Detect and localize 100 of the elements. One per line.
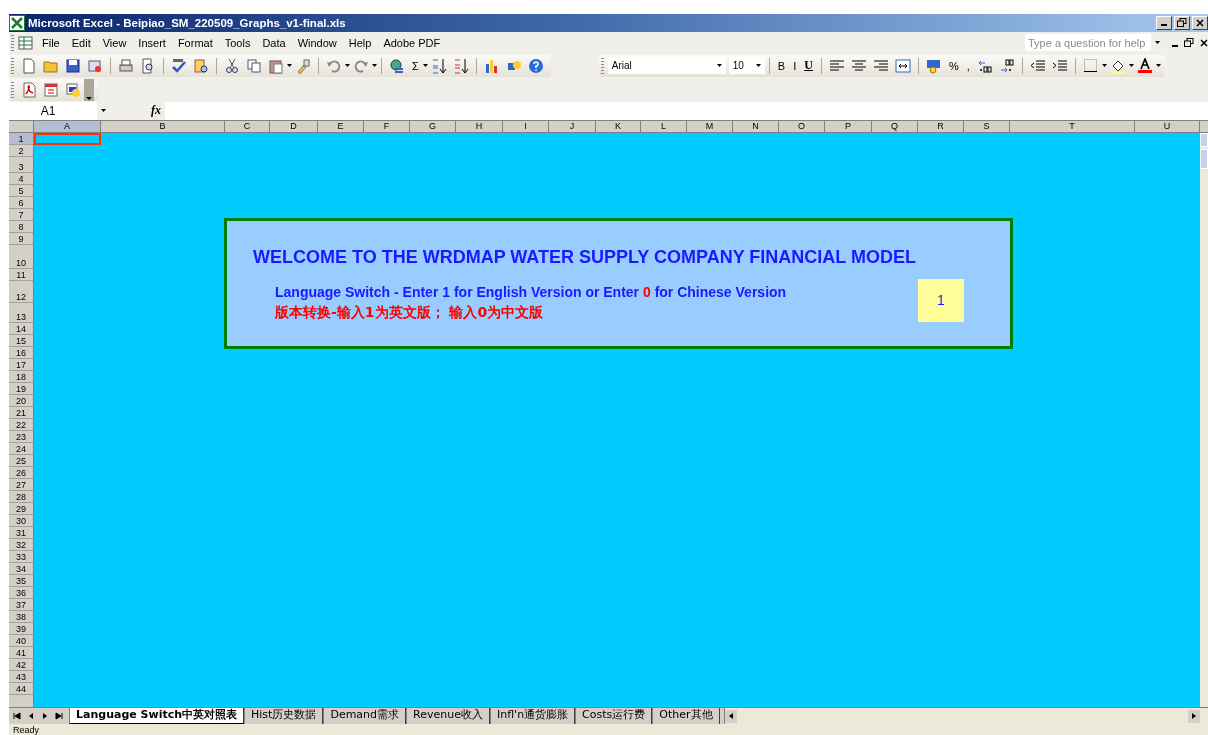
- row-header[interactable]: 31: [9, 526, 33, 539]
- align-left-icon[interactable]: [828, 57, 845, 74]
- row-header[interactable]: 44: [9, 682, 33, 695]
- dropdown-caret-icon[interactable]: [1128, 64, 1134, 68]
- research-book-icon[interactable]: [193, 57, 209, 74]
- underline-button[interactable]: U: [800, 58, 817, 74]
- row-header[interactable]: 4: [9, 172, 33, 185]
- sheet-tab[interactable]: Infl'n通货膨胀: [489, 708, 576, 725]
- row-header[interactable]: 15: [9, 334, 33, 347]
- copy-icon[interactable]: [246, 57, 262, 74]
- row-header[interactable]: 26: [9, 466, 33, 479]
- row-header[interactable]: 32: [9, 538, 33, 551]
- menu-item[interactable]: View: [96, 34, 133, 51]
- row-header[interactable]: 38: [9, 610, 33, 623]
- last-sheet-icon[interactable]: [55, 712, 63, 721]
- align-right-icon[interactable]: [872, 57, 889, 74]
- help-icon[interactable]: [527, 57, 544, 74]
- row-header[interactable]: 16: [9, 346, 33, 359]
- help-search-field[interactable]: Type a question for help: [1025, 34, 1151, 52]
- font-name-dropdown[interactable]: Arial: [607, 57, 726, 75]
- row-header[interactable]: 6: [9, 196, 33, 209]
- bar-chart-icon[interactable]: [483, 57, 500, 74]
- minimize-button[interactable]: [1156, 15, 1172, 30]
- spelling-check-icon[interactable]: [171, 57, 187, 74]
- permission-icon[interactable]: [87, 57, 103, 74]
- autosum-button[interactable]: Σ: [408, 59, 423, 72]
- row-header[interactable]: 39: [9, 622, 33, 635]
- paste-icon[interactable]: [268, 57, 284, 74]
- row-header[interactable]: 3: [9, 156, 33, 173]
- save-icon[interactable]: [65, 57, 81, 74]
- close-button[interactable]: [1192, 15, 1208, 30]
- align-center-icon[interactable]: [850, 57, 867, 74]
- sheet-tab[interactable]: Costs运行费: [575, 708, 653, 725]
- column-header[interactable]: A: [34, 120, 101, 132]
- first-sheet-icon[interactable]: [13, 712, 21, 721]
- increase-indent-icon[interactable]: [1051, 57, 1068, 74]
- sheet-tab[interactable]: Language Switch中英对照表: [69, 708, 245, 725]
- italic-button[interactable]: I: [789, 59, 801, 72]
- format-painter-icon[interactable]: [295, 57, 311, 74]
- new-file-icon[interactable]: [21, 57, 37, 74]
- borders-icon[interactable]: [1082, 57, 1099, 74]
- scroll-right-icon[interactable]: [1191, 713, 1197, 720]
- row-header[interactable]: 24: [9, 442, 33, 455]
- dropdown-caret-icon[interactable]: [287, 64, 292, 68]
- dropdown-caret-icon[interactable]: [372, 64, 377, 68]
- row-header[interactable]: 11: [9, 268, 33, 281]
- dropdown-caret-icon[interactable]: [755, 64, 761, 68]
- sheet-tab[interactable]: Demand需求: [323, 708, 407, 725]
- minimize-icon[interactable]: [1172, 44, 1178, 47]
- name-box[interactable]: A1: [9, 102, 97, 120]
- comma-button[interactable]: ,: [962, 59, 974, 72]
- row-header[interactable]: 2: [9, 144, 33, 157]
- language-input-cell[interactable]: 1: [918, 278, 964, 322]
- dropdown-caret-icon[interactable]: [422, 64, 428, 68]
- row-header[interactable]: 40: [9, 634, 33, 647]
- sort-ascending-icon[interactable]: [430, 57, 447, 74]
- pdf-review-icon[interactable]: [65, 81, 81, 98]
- font-size-dropdown[interactable]: 10: [728, 57, 765, 75]
- row-header[interactable]: 36: [9, 586, 33, 599]
- workbook-icon[interactable]: [18, 34, 34, 51]
- menu-item[interactable]: Help: [342, 34, 378, 51]
- horizontal-scrollbar[interactable]: [723, 708, 1208, 725]
- vertical-scrollbar[interactable]: [1200, 132, 1208, 708]
- row-header[interactable]: 30: [9, 514, 33, 527]
- menu-item[interactable]: Insert: [132, 34, 172, 51]
- menu-item[interactable]: Edit: [65, 34, 97, 51]
- pdf-form-icon[interactable]: [43, 81, 59, 98]
- row-header[interactable]: 35: [9, 574, 33, 587]
- dropdown-caret-icon[interactable]: [101, 109, 106, 113]
- font-color-icon[interactable]: [1136, 57, 1153, 74]
- row-header[interactable]: 34: [9, 562, 33, 575]
- row-header[interactable]: 13: [9, 302, 33, 323]
- dropdown-caret-icon[interactable]: [1155, 64, 1161, 68]
- selected-cell[interactable]: [34, 132, 101, 145]
- row-header[interactable]: 8: [9, 220, 33, 233]
- row-header[interactable]: 22: [9, 418, 33, 431]
- worksheet-grid[interactable]: WELCOME TO THE WRDMAP WATER SUPPLY COMPANY FINANCIAL MODEL Language Switch - Enter 1 for English Version or Enter 0 for Chinese Version 版本转换-输入1为英文版； 输入0为中文版 1: [34, 132, 1200, 708]
- menu-item[interactable]: File: [36, 34, 66, 51]
- dropdown-caret-icon[interactable]: [716, 64, 722, 68]
- close-icon[interactable]: [1200, 38, 1208, 47]
- row-header[interactable]: 27: [9, 478, 33, 491]
- dropdown-caret-icon[interactable]: [1155, 41, 1160, 45]
- row-header[interactable]: 19: [9, 382, 33, 395]
- row-header[interactable]: 12: [9, 280, 33, 303]
- row-header[interactable]: 29: [9, 502, 33, 515]
- merge-center-icon[interactable]: [894, 57, 911, 74]
- row-header[interactable]: 28: [9, 490, 33, 503]
- row-header[interactable]: 17: [9, 358, 33, 371]
- row-header[interactable]: 10: [9, 244, 33, 269]
- previous-sheet-icon[interactable]: [27, 712, 35, 721]
- menu-item[interactable]: Tools: [218, 34, 257, 51]
- sheet-tab[interactable]: Hist历史数据: [244, 708, 324, 725]
- decrease-decimal-icon[interactable]: [998, 57, 1015, 74]
- insert-function-button[interactable]: fx: [151, 103, 161, 119]
- print-icon[interactable]: [118, 57, 134, 74]
- row-header[interactable]: 42: [9, 658, 33, 671]
- row-header[interactable]: 5: [9, 184, 33, 197]
- scroll-left-icon[interactable]: [727, 713, 734, 720]
- bold-button[interactable]: B: [773, 59, 790, 72]
- row-header[interactable]: 37: [9, 598, 33, 611]
